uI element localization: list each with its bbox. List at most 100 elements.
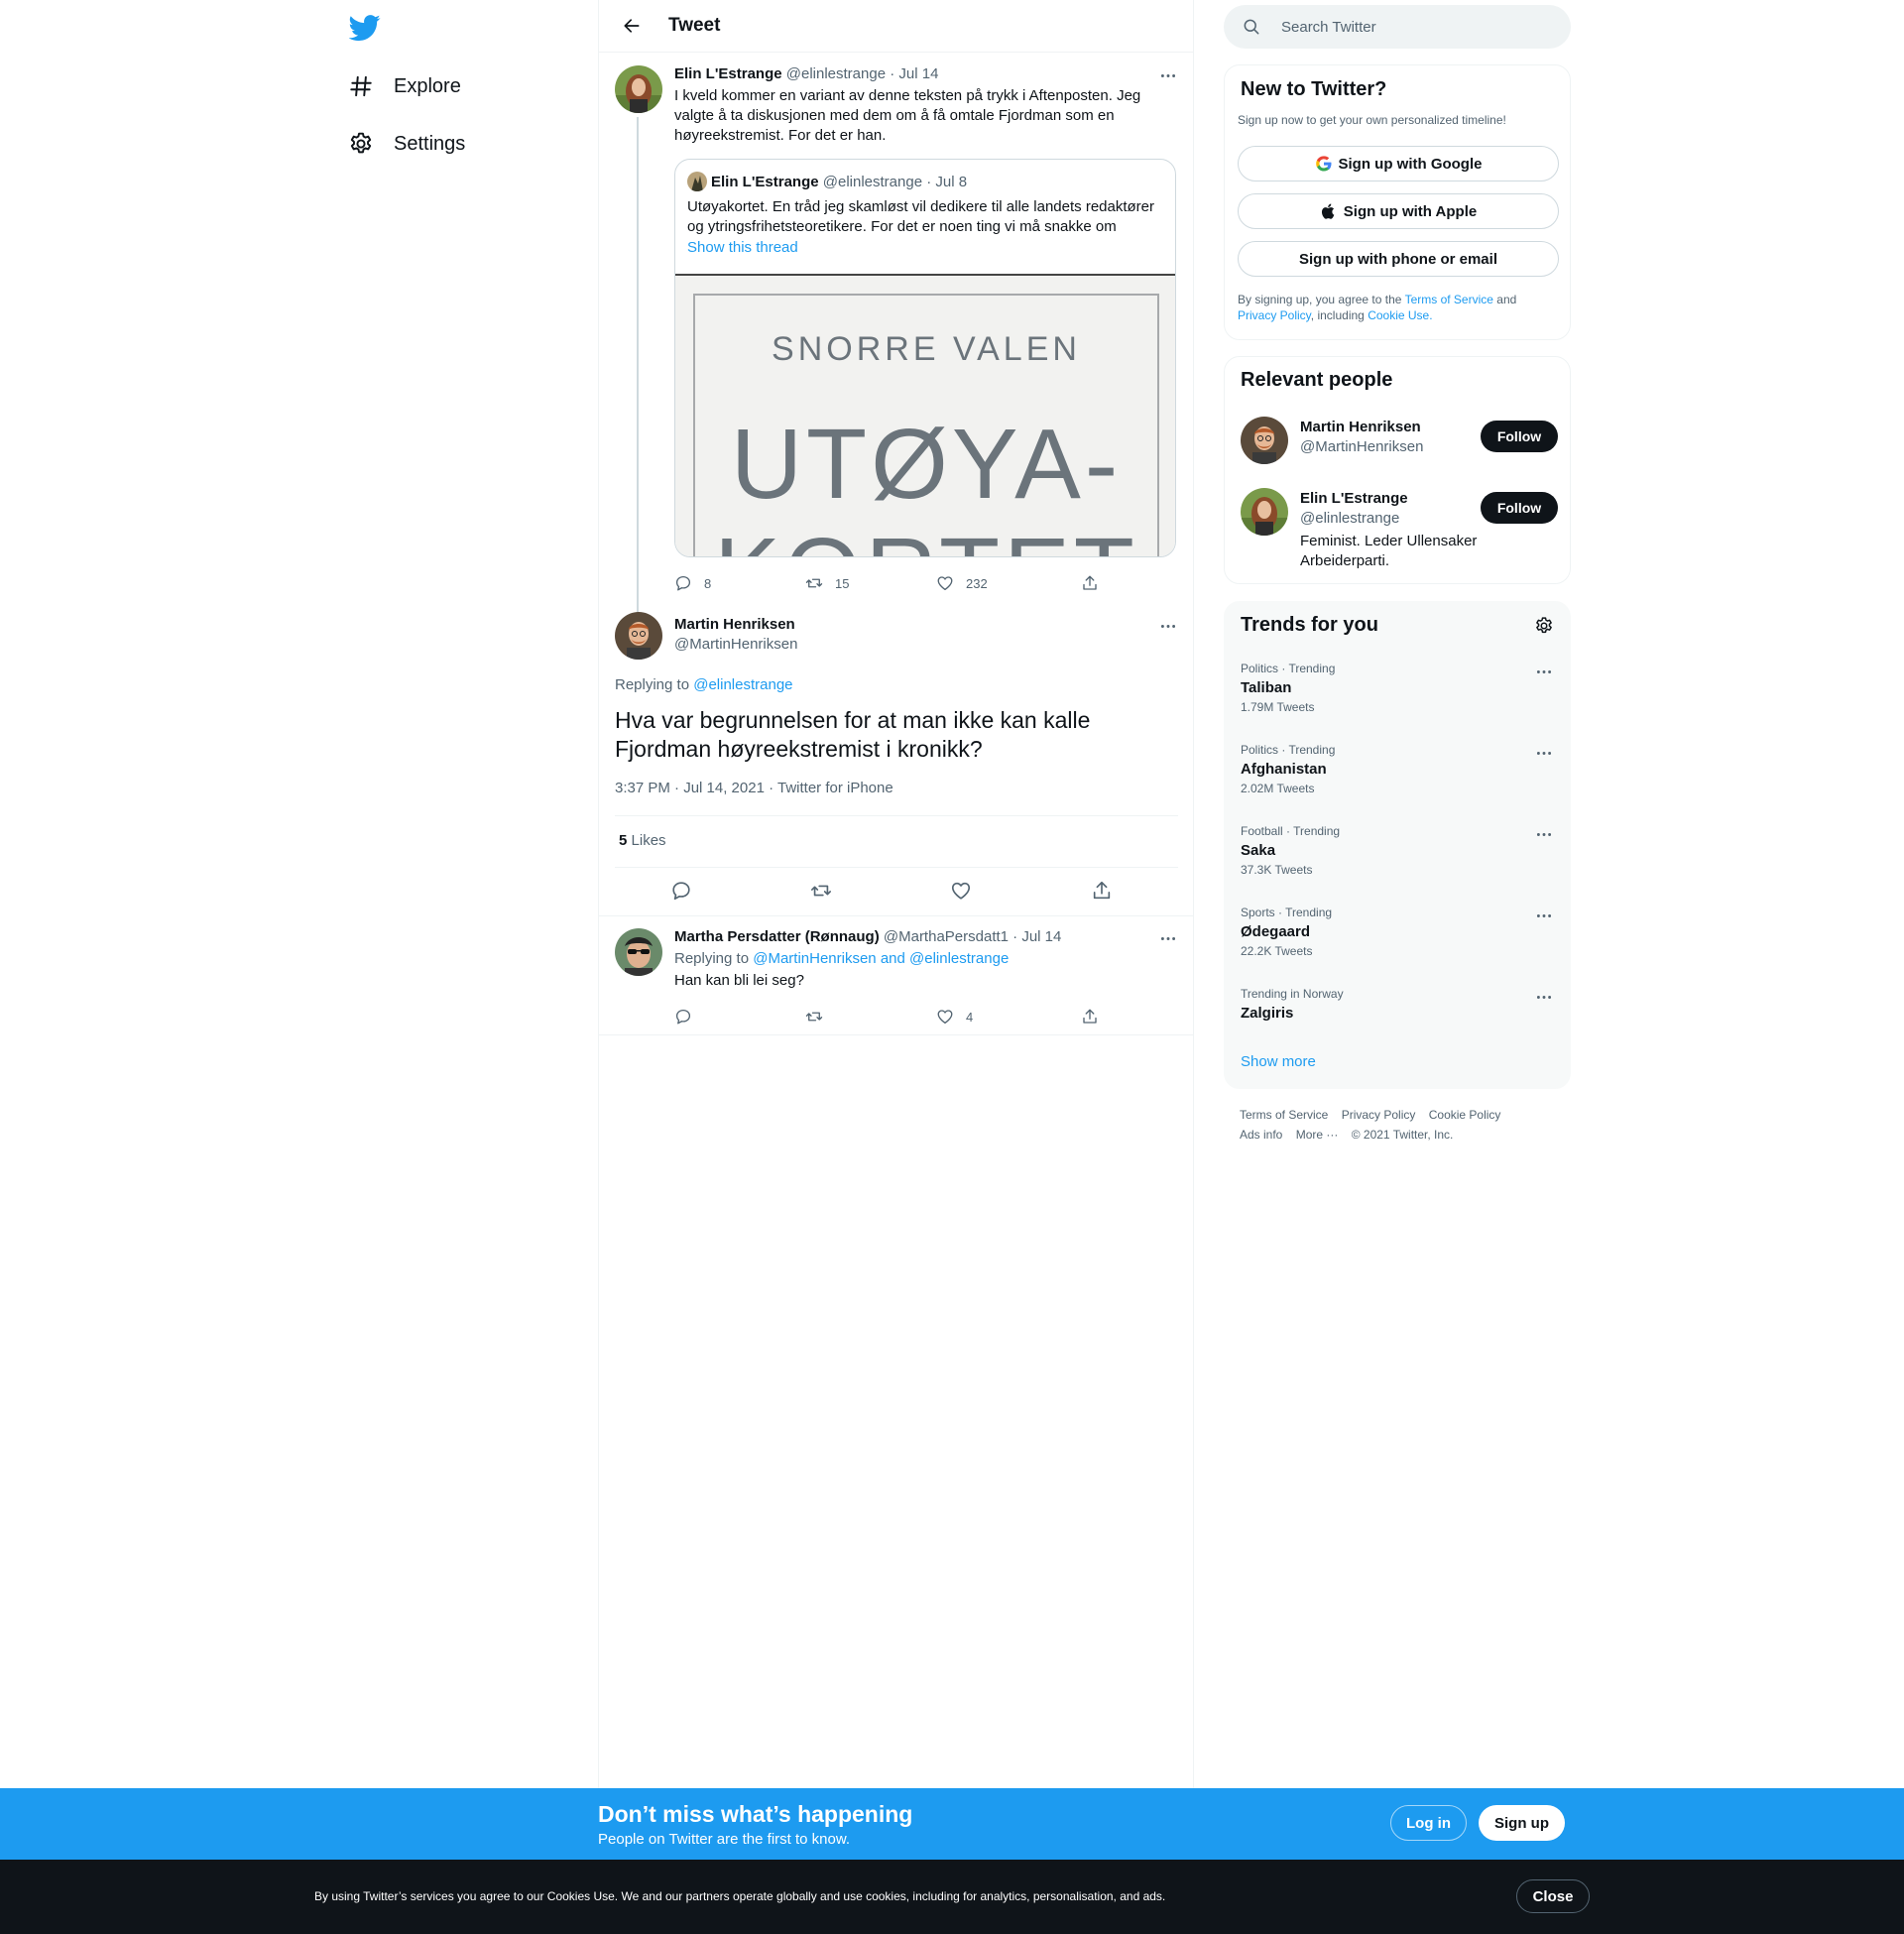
share-icon[interactable] xyxy=(1091,880,1113,902)
sign-up-button[interactable]: Sign up xyxy=(1479,1805,1565,1841)
more-icon[interactable] xyxy=(1536,662,1556,681)
tweet-date[interactable]: · Jul 14 xyxy=(890,65,938,82)
likes-summary[interactable]: 5 Likes xyxy=(619,832,666,849)
tweet-actions: 8 15 232 xyxy=(674,568,1101,598)
avatar[interactable] xyxy=(1241,488,1288,536)
replying-to-prefix: Replying to xyxy=(674,950,750,967)
author-name[interactable]: Martin Henriksen xyxy=(674,616,795,633)
more-icon[interactable] xyxy=(1158,928,1178,948)
trend-name: Taliban xyxy=(1241,679,1292,696)
author-handle[interactable]: @elinlestrange xyxy=(786,65,886,82)
person-item[interactable]: Martin Henriksen @MartinHenriksen Follow xyxy=(1241,417,1558,466)
reply-icon[interactable] xyxy=(670,880,692,902)
more-icon[interactable] xyxy=(1536,824,1556,844)
tweet-meta[interactable]: 3:37 PM · Jul 14, 2021 · Twitter for iPh… xyxy=(615,780,893,796)
person-item[interactable]: Elin L'Estrange @elinlestrange Feminist.… xyxy=(1241,488,1558,577)
trend-item[interactable]: Football · Trending Saka 37.3K Tweets xyxy=(1241,824,1556,890)
author-name[interactable]: Elin L'Estrange xyxy=(674,65,782,82)
tweet-header: Elin L'Estrange @elinlestrange · Jul 14 xyxy=(674,65,938,82)
main-header: Tweet xyxy=(599,0,1193,53)
footer-cookie-link[interactable]: Cookie Policy xyxy=(1429,1105,1501,1125)
cookie-text: By using Twitter’s services you agree to… xyxy=(314,1889,1166,1903)
share-button[interactable] xyxy=(1081,1002,1111,1031)
more-icon[interactable] xyxy=(1536,987,1556,1007)
close-button[interactable]: Close xyxy=(1516,1879,1590,1913)
reply-button[interactable] xyxy=(674,1002,704,1031)
author-handle[interactable]: @MartinHenriksen xyxy=(674,636,797,653)
more-icon[interactable] xyxy=(1536,743,1556,763)
avatar[interactable] xyxy=(615,65,662,113)
trend-item[interactable]: Sports · Trending Ødegaard 22.2K Tweets xyxy=(1241,906,1556,971)
signup-legal-text: By signing up, you agree to the Terms of… xyxy=(1238,292,1545,323)
heart-icon[interactable] xyxy=(950,880,972,902)
twitter-logo-icon[interactable] xyxy=(349,12,381,44)
retweet-icon[interactable] xyxy=(810,880,832,902)
terms-link[interactable]: Terms of Service xyxy=(1405,293,1493,306)
sign-up-apple-button[interactable]: Sign up with Apple xyxy=(1238,193,1559,229)
share-button[interactable] xyxy=(1081,568,1111,598)
book-author: SNORRE VALEN xyxy=(772,330,1081,368)
relevant-people-panel: Relevant people Martin Henriksen @Martin… xyxy=(1224,356,1571,584)
privacy-link[interactable]: Privacy Policy xyxy=(1238,308,1311,322)
author-name[interactable]: Martha Persdatter (Rønnaug) xyxy=(674,928,880,945)
new-to-twitter-panel: New to Twitter? Sign up now to get your … xyxy=(1224,64,1571,340)
person-handle[interactable]: @MartinHenriksen xyxy=(1300,438,1423,455)
reply-tweet[interactable]: Martha Persdatter (Rønnaug) @MarthaPersd… xyxy=(599,916,1194,1035)
search-input[interactable] xyxy=(1281,18,1549,36)
trends-panel: Trends for you Politics · Trending Talib… xyxy=(1224,601,1571,1089)
retweet-button[interactable]: 15 xyxy=(805,568,849,598)
thread-line xyxy=(637,117,639,648)
person-handle[interactable]: @elinlestrange xyxy=(1300,510,1399,527)
book-cover-image[interactable]: SNORRE VALEN UTØYA-KORTET xyxy=(675,274,1175,556)
trend-name: Ødegaard xyxy=(1241,923,1311,940)
author-handle[interactable]: @MarthaPersdatt1 xyxy=(884,928,1009,945)
trend-item[interactable]: Trending in Norway Zalgiris xyxy=(1241,987,1556,1052)
gear-icon[interactable] xyxy=(1534,616,1554,636)
follow-button[interactable]: Follow xyxy=(1481,492,1558,524)
nav-explore[interactable]: Explore xyxy=(348,66,461,106)
more-icon[interactable] xyxy=(1158,616,1178,636)
show-more-link[interactable]: Show more xyxy=(1241,1053,1316,1070)
legal-and: and xyxy=(1496,293,1517,306)
trend-name: Saka xyxy=(1241,842,1276,859)
trend-item[interactable]: Politics · Trending Taliban 1.79M Tweets xyxy=(1241,662,1556,727)
footer-privacy-link[interactable]: Privacy Policy xyxy=(1342,1105,1416,1125)
sign-up-phone-button[interactable]: Sign up with phone or email xyxy=(1238,241,1559,277)
retweet-button[interactable] xyxy=(805,1002,835,1031)
cookie-use-link[interactable]: Cookie Use. xyxy=(1368,308,1432,322)
tweet-text: I kveld kommer en variant av denne tekst… xyxy=(674,87,1141,144)
panel-title: Trends for you xyxy=(1241,614,1378,636)
follow-button[interactable]: Follow xyxy=(1481,421,1558,452)
search-bar[interactable] xyxy=(1224,5,1571,49)
more-icon[interactable] xyxy=(1536,906,1556,925)
avatar[interactable] xyxy=(1241,417,1288,464)
reply-button[interactable]: 8 xyxy=(674,568,711,598)
show-thread-link[interactable]: Show this thread xyxy=(687,239,798,256)
trend-count: 1.79M Tweets xyxy=(1241,700,1315,714)
log-in-button[interactable]: Log in xyxy=(1390,1805,1467,1841)
nav-settings[interactable]: Settings xyxy=(348,124,465,164)
person-bio: Feminist. Leder Ullensaker Arbeiderparti… xyxy=(1300,533,1478,569)
person-name[interactable]: Elin L'Estrange xyxy=(1300,490,1408,507)
retweet-count: 15 xyxy=(835,575,850,591)
like-button[interactable]: 4 xyxy=(936,1002,973,1031)
like-button[interactable]: 232 xyxy=(936,568,988,598)
replying-to-link[interactable]: @MartinHenriksen and @elinlestrange xyxy=(753,950,1009,967)
avatar[interactable] xyxy=(615,928,662,976)
footer-terms-link[interactable]: Terms of Service xyxy=(1240,1105,1328,1125)
sign-up-google-button[interactable]: Sign up with Google xyxy=(1238,146,1559,181)
trend-item[interactable]: Politics · Trending Afghanistan 2.02M Tw… xyxy=(1241,743,1556,808)
book-title: UTØYA-KORTET xyxy=(714,409,1134,556)
signup-banner: Don’t miss what’s happening People on Tw… xyxy=(0,1788,1904,1860)
more-icon[interactable] xyxy=(1158,65,1178,85)
parent-tweet[interactable]: Elin L'Estrange @elinlestrange · Jul 14 … xyxy=(599,53,1194,648)
avatar[interactable] xyxy=(615,612,662,660)
footer-more-link[interactable]: More ··· xyxy=(1296,1125,1339,1145)
tweet-date[interactable]: · Jul 14 xyxy=(1012,928,1061,945)
tweet-header: Martha Persdatter (Rønnaug) @MarthaPersd… xyxy=(674,928,1061,945)
back-button[interactable] xyxy=(615,9,649,43)
replying-to-link[interactable]: @elinlestrange xyxy=(693,676,792,693)
quoted-tweet[interactable]: Elin L'Estrange @elinlestrange · Jul 8 U… xyxy=(674,159,1176,557)
footer-ads-link[interactable]: Ads info xyxy=(1240,1125,1282,1145)
person-name[interactable]: Martin Henriksen xyxy=(1300,419,1421,435)
